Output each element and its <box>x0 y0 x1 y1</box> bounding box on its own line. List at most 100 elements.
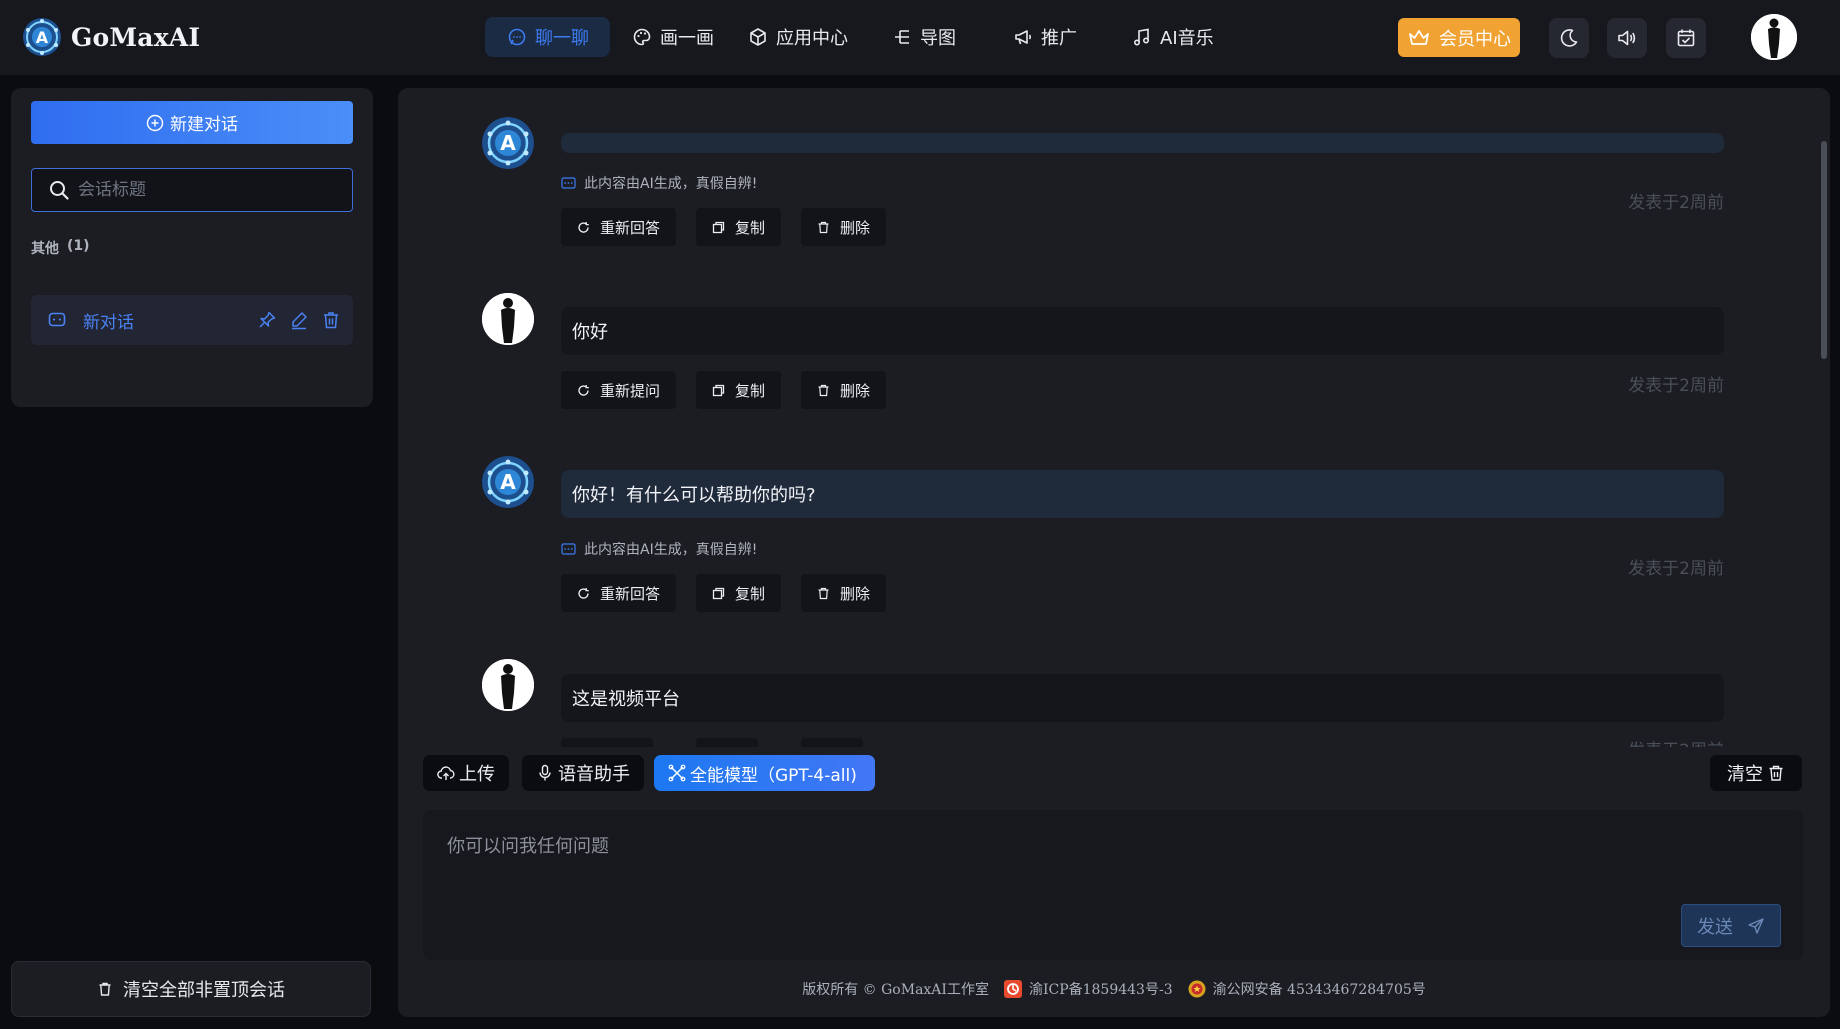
reask-button[interactable]: 重新提问 <box>561 371 677 409</box>
message-composer: 发送 <box>423 810 1803 960</box>
nav-item-label: AI音乐 <box>1160 28 1214 49</box>
delete-message-button[interactable]: 删除 <box>801 208 887 246</box>
send-button[interactable]: 发送 <box>1681 904 1781 947</box>
ai-badge-icon <box>561 542 576 555</box>
trash-icon <box>1769 765 1783 781</box>
crown-icon <box>1409 29 1429 45</box>
regenerate-answer-button[interactable]: 重新回答 <box>561 208 677 246</box>
vip-center-button[interactable]: 会员中心 <box>1398 18 1520 57</box>
ai-notice-text: 此内容由AI生成，真假自辨! <box>584 542 758 558</box>
police-record-link[interactable]: 渝公网安备 45343467284705号 <box>1187 979 1426 999</box>
sparkle-icon <box>668 764 686 782</box>
icp-text: 渝ICP备1859443号-3 <box>1028 982 1173 998</box>
svg-text:A: A <box>500 131 516 155</box>
conversation-group-header: 其他 (1) <box>31 238 90 258</box>
user-silhouette-icon <box>1751 14 1797 60</box>
sign-in-calendar-button[interactable] <box>1666 18 1706 58</box>
new-chat-button[interactable]: 新建对话 <box>31 101 353 144</box>
brand[interactable]: A GoMaxAI <box>22 17 200 57</box>
ai-badge-icon <box>561 176 576 189</box>
svg-text:A: A <box>36 28 49 47</box>
search-input[interactable] <box>78 180 352 200</box>
conversation-item[interactable]: 新对话 <box>31 295 353 345</box>
ai-generated-notice: 此内容由AI生成，真假自辨! <box>561 539 757 559</box>
delete-message-button[interactable]: 删除 <box>801 738 864 748</box>
delete-conversation-button[interactable] <box>321 310 341 330</box>
chat-bubble-icon <box>508 28 526 46</box>
copy-icon <box>712 221 725 233</box>
assistant-avatar: A <box>482 117 534 169</box>
police-badge-icon <box>1188 980 1206 998</box>
megaphone-icon <box>1015 30 1032 45</box>
message-timestamp: 发表于2周前 <box>1628 736 1724 747</box>
clear-chat-button[interactable]: 清空 <box>1710 755 1802 791</box>
delete-label: 删除 <box>840 584 871 603</box>
delete-label: 删除 <box>840 381 871 400</box>
message-scrollbar[interactable] <box>1821 141 1827 359</box>
voice-assistant-button[interactable]: 语音助手 <box>522 755 644 791</box>
nav-item-draw[interactable]: 画一画 <box>632 17 714 57</box>
reask-button[interactable]: 重新提问 <box>561 738 654 747</box>
copy-label: 复制 <box>735 381 766 400</box>
icp-record-link[interactable]: 渝ICP备1859443号-3 <box>1003 979 1173 999</box>
copy-button[interactable]: 复制 <box>696 738 759 747</box>
theme-toggle-button[interactable] <box>1549 18 1589 58</box>
group-name: 其他 <box>31 241 59 257</box>
police-text: 渝公网安备 45343467284705号 <box>1212 982 1426 998</box>
cube-icon <box>750 28 766 46</box>
refresh-icon <box>578 384 589 396</box>
volume-icon <box>1618 30 1636 46</box>
clear-unpinned-conversations-button[interactable]: 清空全部非置顶会话 <box>11 961 371 1017</box>
microphone-icon <box>539 764 551 781</box>
calendar-check-icon <box>1677 29 1695 47</box>
regenerate-answer-label: 重新回答 <box>600 218 661 237</box>
conversation-actions <box>257 310 341 330</box>
clear-chat-label: 清空 <box>1727 764 1763 785</box>
voice-assistant-label: 语音助手 <box>558 764 630 785</box>
nav-item-mindmap[interactable]: 导图 <box>892 17 956 57</box>
sound-toggle-button[interactable] <box>1607 18 1647 58</box>
copyright-text: 版权所有 © GoMaxAI工作室 <box>802 982 989 998</box>
icp-badge-icon <box>1003 980 1022 998</box>
delete-label: 删除 <box>840 218 871 237</box>
message-input[interactable] <box>447 832 1447 892</box>
pin-button[interactable] <box>257 310 277 330</box>
refresh-icon <box>578 221 589 233</box>
assistant-avatar: A <box>482 456 534 508</box>
nav-item-label: 应用中心 <box>776 28 848 49</box>
nav-item-chat[interactable]: 聊一聊 <box>485 17 610 57</box>
moon-icon <box>1560 29 1578 47</box>
delete-message-button[interactable]: 删除 <box>801 574 887 612</box>
mindmap-icon <box>895 30 909 44</box>
ai-generated-notice: 此内容由AI生成，真假自辨! <box>561 173 757 193</box>
copy-button[interactable]: 复制 <box>696 208 782 246</box>
chat-square-icon <box>48 312 66 327</box>
group-count: (1) <box>67 238 90 254</box>
conversation-sidebar: 新建对话 其他 (1) 新对话 <box>11 88 373 407</box>
send-label: 发送 <box>1697 916 1733 938</box>
copy-button[interactable]: 复制 <box>696 574 782 612</box>
regenerate-answer-button[interactable]: 重新回答 <box>561 574 677 612</box>
message-bubble <box>561 133 1724 153</box>
message-bubble: 你好 <box>561 307 1724 355</box>
model-selector-button[interactable]: 全能模型（GPT-4-all) <box>654 755 875 791</box>
music-note-icon <box>1133 28 1150 46</box>
message-timestamp: 发表于2周前 <box>1628 559 1724 579</box>
message-timestamp: 发表于2周前 <box>1628 376 1724 396</box>
nav-item-ai-music[interactable]: AI音乐 <box>1132 17 1214 57</box>
trash-icon <box>324 312 338 329</box>
delete-message-button[interactable]: 删除 <box>801 371 887 409</box>
model-label: 全能模型（GPT-4-all) <box>690 765 857 786</box>
rename-button[interactable] <box>289 310 309 330</box>
user-avatar[interactable] <box>1751 14 1797 60</box>
user-avatar <box>482 293 534 345</box>
copy-button[interactable]: 复制 <box>696 371 782 409</box>
gomaxai-logo-icon: A <box>23 18 61 56</box>
upload-button[interactable]: 上传 <box>423 755 509 791</box>
nav-item-promote[interactable]: 推广 <box>1013 17 1077 57</box>
nav-item-app-center[interactable]: 应用中心 <box>748 17 848 57</box>
cloud-upload-icon <box>437 766 455 780</box>
refresh-icon <box>578 587 589 599</box>
delete-label: 删除 <box>817 747 847 748</box>
user-silhouette-icon <box>482 659 534 711</box>
